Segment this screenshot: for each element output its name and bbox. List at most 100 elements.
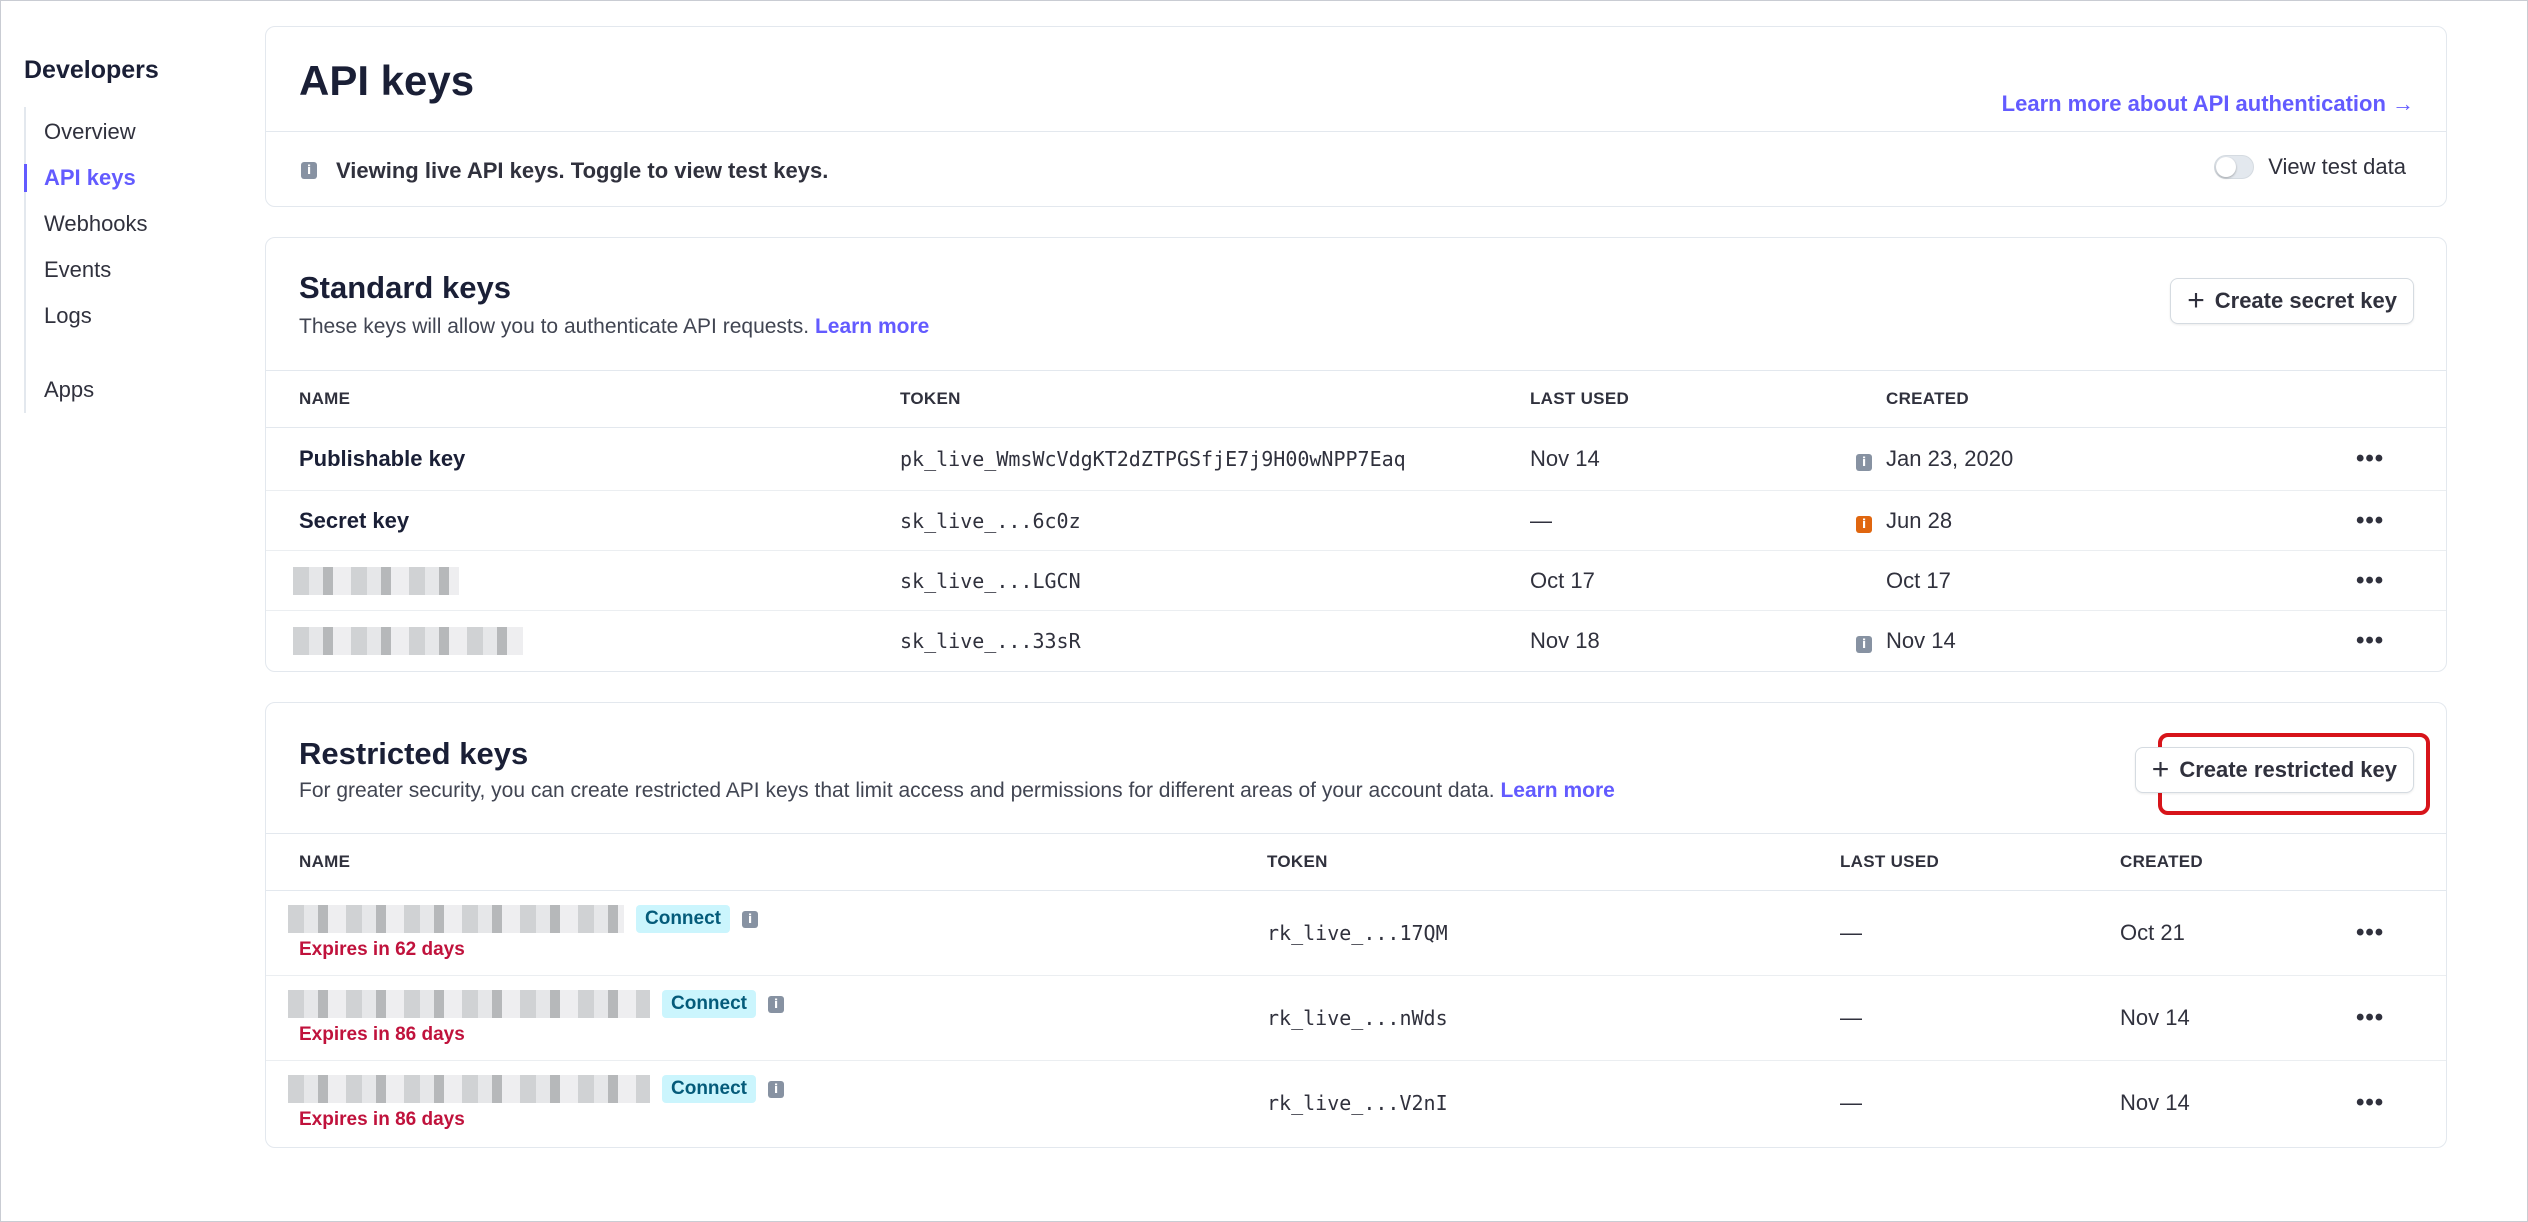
restricted-keys-table: NAME TOKEN LAST USED CREATED Connect i E… [266, 833, 2446, 1146]
restricted-key-name-cell: Connect i Expires in 62 days [266, 890, 1267, 976]
restricted-keys-description: For greater security, you can create res… [299, 779, 1615, 803]
key-token[interactable]: rk_live_...V2nI [1267, 1061, 1840, 1146]
more-horizontal-icon[interactable]: ••• [2356, 445, 2384, 472]
key-token[interactable]: sk_live_...6c0z [900, 490, 1530, 551]
table-row[interactable]: Secret key sk_live_...6c0z — i Jun 28 ••… [266, 490, 2446, 551]
sidebar-item-api-keys[interactable]: API keys [24, 155, 244, 201]
info-icon[interactable]: i [1856, 454, 1872, 471]
key-token[interactable]: pk_live_WmsWcVdgKT2dZTPGSfjE7j9H00wNPP7E… [900, 427, 1530, 491]
key-last-used: Oct 17 [1530, 550, 1840, 611]
sidebar-nav: Overview API keys Webhooks Events Logs A… [24, 107, 244, 413]
column-header-last-used: LAST USED [1530, 370, 1840, 428]
standard-keys-card: Standard keys These keys will allow you … [265, 237, 2447, 672]
key-name-redacted [266, 550, 900, 611]
restricted-key-name-line: Connect i [288, 990, 1267, 1018]
expires-label: Expires in 62 days [299, 939, 465, 960]
sidebar-item-logs[interactable]: Logs [26, 293, 244, 339]
more-horizontal-icon[interactable]: ••• [2356, 919, 2384, 946]
restricted-keys-title: Restricted keys [299, 736, 529, 771]
row-actions-cell: ••• [2356, 427, 2446, 491]
column-header-token: TOKEN [900, 370, 1530, 428]
warning-info-icon[interactable]: i [1856, 515, 1872, 533]
more-horizontal-icon[interactable]: ••• [2356, 567, 2384, 594]
key-created: Jun 28 [1886, 490, 2356, 551]
more-horizontal-icon[interactable]: ••• [2356, 627, 2384, 654]
notice-text: Viewing live API keys. Toggle to view te… [336, 158, 829, 183]
plus-icon: + [2187, 284, 2205, 317]
sidebar-item-events[interactable]: Events [26, 247, 244, 293]
standard-keys-learn-more-link[interactable]: Learn more [815, 315, 929, 338]
column-header-actions [2356, 370, 2446, 428]
table-row[interactable]: sk_live_...33sR Nov 18 i Nov 14 ••• [266, 611, 2446, 671]
redacted-name [293, 566, 459, 595]
live-keys-notice: i Viewing live API keys. Toggle to view … [266, 132, 2446, 208]
key-info-cell: i [1840, 490, 1886, 551]
column-header-name: NAME [266, 833, 1267, 891]
table-row[interactable]: Connect i Expires in 86 days rk_live_...… [266, 975, 2446, 1061]
redacted-name [288, 905, 624, 933]
key-info-cell [1840, 550, 1886, 611]
standard-keys-description: These keys will allow you to authenticat… [299, 315, 929, 339]
column-header-last-used: LAST USED [1840, 833, 2120, 891]
restricted-keys-learn-more-link[interactable]: Learn more [1500, 779, 1614, 802]
row-actions-cell: ••• [2356, 975, 2446, 1061]
key-info-cell: i [1840, 611, 1886, 671]
key-last-used: — [1840, 890, 2120, 976]
key-name: Publishable key [266, 427, 900, 491]
more-horizontal-icon[interactable]: ••• [2356, 1004, 2384, 1031]
create-secret-key-button[interactable]: + Create secret key [2170, 278, 2414, 324]
toggle-switch[interactable] [2214, 155, 2255, 179]
column-header-actions [2356, 833, 2446, 891]
sidebar-title: Developers [24, 56, 159, 84]
create-restricted-key-label: Create restricted key [2179, 757, 2397, 782]
info-icon[interactable]: i [768, 995, 784, 1013]
standard-keys-description-text: These keys will allow you to authenticat… [299, 315, 810, 338]
connect-badge: Connect [662, 990, 756, 1018]
table-row[interactable]: Connect i Expires in 86 days rk_live_...… [266, 1061, 2446, 1146]
table-row[interactable]: sk_live_...LGCN Oct 17 Oct 17 ••• [266, 550, 2446, 611]
column-header-token: TOKEN [1267, 833, 1840, 891]
key-token[interactable]: rk_live_...nWds [1267, 975, 1840, 1061]
row-actions-cell: ••• [2356, 890, 2446, 976]
header-row: API keys Learn more about API authentica… [266, 27, 2446, 132]
toggle-label: View test data [2268, 154, 2406, 179]
key-last-used: — [1840, 975, 2120, 1061]
table-row[interactable]: Connect i Expires in 62 days rk_live_...… [266, 890, 2446, 976]
key-token[interactable]: sk_live_...LGCN [900, 550, 1530, 611]
key-last-used: Nov 14 [1530, 427, 1840, 491]
column-header-created: CREATED [2120, 833, 2356, 891]
info-icon[interactable]: i [1856, 635, 1872, 653]
sidebar-item-apps[interactable]: Apps [26, 367, 244, 413]
info-icon[interactable]: i [768, 1080, 784, 1098]
view-test-data-toggle[interactable]: View test data [2214, 154, 2406, 180]
redacted-name [288, 990, 650, 1018]
sidebar-item-overview[interactable]: Overview [26, 109, 244, 155]
plus-icon: + [2151, 753, 2170, 786]
expires-label: Expires in 86 days [299, 1024, 465, 1045]
api-authentication-link[interactable]: Learn more about API authentication → [2002, 91, 2414, 117]
info-icon[interactable]: i [742, 910, 758, 928]
key-info-cell: i [1840, 427, 1886, 491]
row-actions-cell: ••• [2356, 550, 2446, 611]
key-created: Oct 17 [1886, 550, 2356, 611]
key-token[interactable]: sk_live_...33sR [900, 611, 1530, 671]
page-title: API keys [299, 57, 475, 104]
key-name: Secret key [266, 490, 900, 551]
more-horizontal-icon[interactable]: ••• [2356, 507, 2384, 534]
key-last-used: — [1530, 490, 1840, 551]
table-header-row: NAME TOKEN LAST USED CREATED [266, 833, 2446, 891]
key-name-redacted [266, 611, 900, 671]
sidebar: Developers Overview API keys Webhooks Ev… [24, 56, 244, 413]
redacted-name [288, 1075, 650, 1104]
restricted-key-name-line: Connect i [288, 905, 1267, 933]
key-token[interactable]: rk_live_...17QM [1267, 890, 1840, 976]
row-actions-cell: ••• [2356, 490, 2446, 551]
row-actions-cell: ••• [2356, 1061, 2446, 1146]
key-created: Nov 14 [1886, 627, 1956, 653]
table-row[interactable]: Publishable key pk_live_WmsWcVdgKT2dZTPG… [266, 427, 2446, 491]
create-restricted-key-button[interactable]: + Create restricted key [2134, 747, 2414, 793]
connect-badge: Connect [662, 1075, 756, 1104]
more-horizontal-icon[interactable]: ••• [2356, 1089, 2384, 1116]
sidebar-item-webhooks[interactable]: Webhooks [26, 201, 244, 247]
